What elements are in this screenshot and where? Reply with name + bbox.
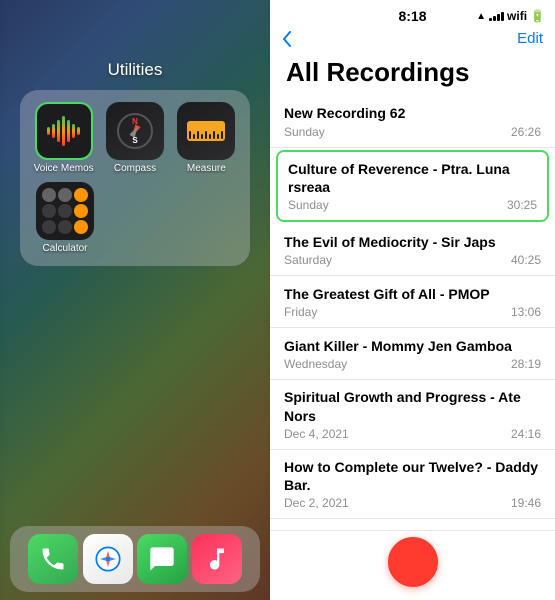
- recording-day: Sunday: [288, 198, 329, 212]
- recording-item[interactable]: The Greatest Gift of All - PMOP Friday 13:…: [270, 276, 555, 328]
- folder-container: Voice Memos N S Compass: [20, 90, 250, 266]
- recording-meta: Dec 4, 2021 24:16: [284, 427, 541, 441]
- recording-item[interactable]: New Recording 62 Sunday 26:26: [270, 96, 555, 148]
- folder-grid: Voice Memos N S Compass: [32, 102, 238, 174]
- edit-button[interactable]: Edit: [517, 30, 543, 47]
- measure-label: Measure: [187, 163, 226, 174]
- recording-duration: 19:46: [511, 496, 541, 510]
- calc-btn-6: [74, 204, 88, 218]
- recording-title: Giant Killer - Mommy Jen Gamboa: [284, 337, 541, 355]
- recording-item[interactable]: Giant Killer - Mommy Jen Gamboa Wednesday…: [270, 328, 555, 380]
- recording-title: How to Complete our Twelve? - Daddy Bar.: [284, 458, 541, 494]
- calc-btn-9: [74, 220, 88, 234]
- recording-day: Dec 4, 2021: [284, 427, 349, 441]
- recording-day: Sunday: [284, 125, 325, 139]
- compass-app[interactable]: N S Compass: [103, 102, 166, 174]
- status-icons: ▲ wifi 🔋: [476, 9, 545, 23]
- calculator-grid: [36, 182, 94, 240]
- safari-svg: [94, 545, 122, 573]
- recording-duration: 26:26: [511, 125, 541, 139]
- home-screen: Utilities: [0, 0, 270, 600]
- recording-duration: 28:19: [511, 357, 541, 371]
- wifi-icon: wifi: [507, 9, 527, 23]
- signal-bar-4: [501, 12, 504, 21]
- recording-duration: 24:16: [511, 427, 541, 441]
- voice-memos-app[interactable]: Voice Memos: [32, 102, 95, 174]
- folder-label: Utilities: [108, 60, 163, 80]
- safari-dock-icon[interactable]: [83, 534, 133, 584]
- location-icon: ▲: [476, 11, 486, 22]
- signal-bars: [489, 11, 504, 21]
- calc-btn-1: [42, 188, 56, 202]
- calc-btn-4: [42, 204, 56, 218]
- back-chevron-icon: [282, 31, 292, 47]
- calc-btn-2: [58, 188, 72, 202]
- phone-dock-icon[interactable]: [28, 534, 78, 584]
- recording-meta: Wednesday 28:19: [284, 357, 541, 371]
- compass-icon: N S: [106, 102, 164, 160]
- record-button[interactable]: [388, 537, 438, 587]
- signal-bar-1: [489, 18, 492, 21]
- measure-icon: [177, 102, 235, 160]
- recording-duration: 13:06: [511, 305, 541, 319]
- calculator-row: Calculator: [32, 182, 238, 254]
- recording-item[interactable]: Culture of Reverence - Ptra. Luna rsreaa…: [276, 150, 549, 222]
- recording-duration: 40:25: [511, 253, 541, 267]
- recording-meta: Friday 13:06: [284, 305, 541, 319]
- phone-svg: [39, 545, 67, 573]
- nav-bar: Edit: [270, 28, 555, 53]
- bottom-bar: [270, 530, 555, 600]
- recording-day: Wednesday: [284, 357, 347, 371]
- recording-title: The Greatest Gift of All - PMOP: [284, 285, 541, 303]
- recording-item[interactable]: Spiritual Growth and Progress - Ate Nors…: [270, 380, 555, 449]
- measure-app[interactable]: Measure: [175, 102, 238, 174]
- recording-day: Saturday: [284, 253, 332, 267]
- messages-dock-icon[interactable]: [137, 534, 187, 584]
- recording-duration: 30:25: [507, 198, 537, 212]
- recording-day: Dec 2, 2021: [284, 496, 349, 510]
- calc-btn-8: [58, 220, 72, 234]
- voice-memos-label: Voice Memos: [34, 163, 94, 174]
- recordings-list: New Recording 62 Sunday 26:26 Culture of Re…: [270, 96, 555, 530]
- signal-bar-3: [497, 14, 500, 21]
- voice-memos-icon: [35, 102, 93, 160]
- back-button[interactable]: [282, 31, 292, 47]
- calc-btn-3: [74, 188, 88, 202]
- status-time: 8:18: [398, 8, 426, 24]
- recording-title: New Recording 62: [284, 104, 541, 122]
- recording-meta: Saturday 40:25: [284, 253, 541, 267]
- compass-s: S: [132, 136, 137, 145]
- music-svg: [203, 545, 231, 573]
- calculator-icon: [36, 182, 94, 240]
- compass-label: Compass: [114, 163, 156, 174]
- voice-memos-screen: 8:18 ▲ wifi 🔋 Edit All Recordings New Re…: [270, 0, 555, 600]
- calculator-app[interactable]: Calculator: [36, 182, 94, 254]
- battery-icon: 🔋: [530, 9, 545, 23]
- dock: [10, 526, 260, 592]
- recording-item[interactable]: New Recording 61Dec 1, 202131:29: [270, 519, 555, 530]
- measure-ruler: [187, 121, 225, 141]
- recording-title: Culture of Reverence - Ptra. Luna rsreaa: [288, 160, 537, 196]
- recording-title: Spiritual Growth and Progress - Ate Nors: [284, 388, 541, 424]
- recording-item[interactable]: The Evil of Mediocrity - Sir Japs Saturda…: [270, 224, 555, 276]
- music-dock-icon[interactable]: [192, 534, 242, 584]
- status-bar: 8:18 ▲ wifi 🔋: [270, 0, 555, 28]
- calculator-label: Calculator: [42, 243, 87, 254]
- compass-circle: N S: [117, 113, 153, 149]
- signal-bar-2: [493, 16, 496, 21]
- calc-btn-5: [58, 204, 72, 218]
- recording-meta: Sunday 30:25: [288, 198, 537, 212]
- recording-day: Friday: [284, 305, 317, 319]
- recording-item[interactable]: How to Complete our Twelve? - Daddy Bar.…: [270, 450, 555, 519]
- recording-title: The Evil of Mediocrity - Sir Japs: [284, 233, 541, 251]
- utilities-folder: Utilities: [20, 60, 250, 266]
- page-title: All Recordings: [270, 53, 555, 96]
- recording-meta: Sunday 26:26: [284, 125, 541, 139]
- recording-meta: Dec 2, 2021 19:46: [284, 496, 541, 510]
- messages-svg: [148, 545, 176, 573]
- voice-wave: [47, 116, 80, 146]
- calc-btn-7: [42, 220, 56, 234]
